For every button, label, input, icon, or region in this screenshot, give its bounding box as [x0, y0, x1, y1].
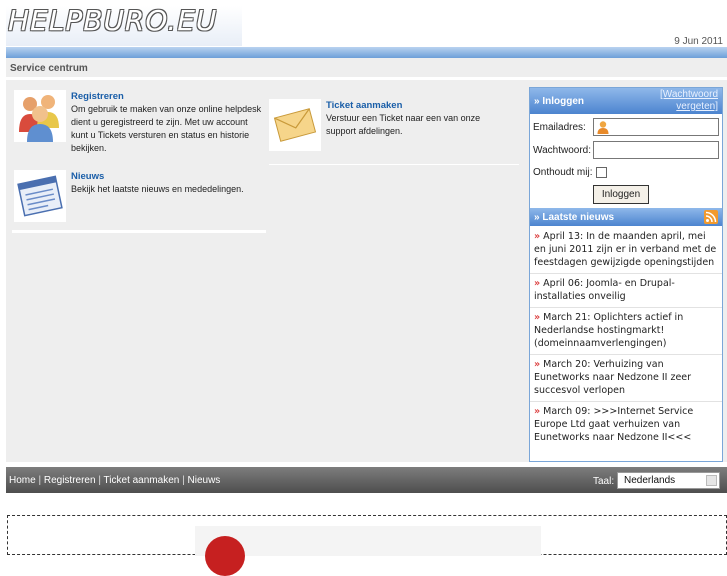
header: HELPBURO.EU 9 Jun 2011 — [0, 0, 727, 50]
service-divider — [12, 230, 266, 233]
page-title-bar: Service centrum — [6, 58, 727, 78]
sidebar: » Inloggen [Wachtwoord vergeten] Emailad… — [529, 87, 723, 462]
forgot-password-link[interactable]: [Wachtwoord vergeten] — [638, 89, 718, 113]
news-item[interactable]: » April 06: Joomla- en Drupal-installati… — [530, 274, 722, 308]
site-logo[interactable]: HELPBURO.EU — [6, 6, 242, 46]
password-field[interactable] — [593, 141, 719, 159]
service-registreren: Registreren Om gebruik te maken van onze… — [14, 90, 264, 160]
banner-logo-icon — [205, 536, 245, 576]
banner-image[interactable] — [195, 526, 541, 576]
remember-checkbox[interactable] — [596, 167, 607, 178]
service-ticket-aanmaken: Ticket aanmaken Verstuur een Ticket naar… — [269, 99, 519, 154]
service-divider — [269, 164, 519, 165]
service-link-registreren[interactable]: Registreren — [71, 91, 124, 102]
footer-link-ticket-aanmaken[interactable]: Ticket aanmaken — [104, 475, 180, 486]
users-icon[interactable] — [14, 90, 66, 142]
current-date: 9 Jun 2011 — [674, 36, 723, 47]
news-header: » Laatste nieuws — [530, 208, 722, 226]
header-accent-bar — [6, 47, 727, 58]
news-item[interactable]: » March 09: >>>Internet Service Europe L… — [530, 402, 722, 448]
language-select[interactable]: Nederlands — [617, 472, 720, 489]
language-label: Taal: — [593, 476, 615, 487]
envelope-icon[interactable] — [269, 99, 321, 151]
news-item[interactable]: » March 21: Oplichters actief in Nederla… — [530, 308, 722, 355]
service-nieuws: Nieuws Bekijk het laatste nieuws en mede… — [14, 170, 264, 225]
footer-links: Home | Registreren | Ticket aanmaken | N… — [9, 475, 221, 486]
email-field[interactable] — [593, 118, 719, 136]
news-heading: » Laatste nieuws — [534, 212, 615, 223]
user-icon — [597, 121, 609, 134]
news-item[interactable]: » April 13: In de maanden april, mei en … — [530, 227, 722, 274]
page-title: Service centrum — [10, 63, 88, 74]
service-description-ticket-aanmaken: Verstuur een Ticket naar een van onze su… — [326, 113, 481, 136]
footer-link-registreren[interactable]: Registreren — [44, 475, 96, 486]
password-label: Wachtwoord: — [533, 145, 591, 156]
footer-link-nieuws[interactable]: Nieuws — [188, 475, 221, 486]
email-label: Emailadres: — [533, 122, 586, 133]
news-window-icon[interactable] — [14, 170, 66, 222]
remember-label: Onthoudt mij: — [533, 167, 593, 178]
login-button[interactable]: Inloggen — [593, 185, 649, 204]
service-link-ticket-aanmaken[interactable]: Ticket aanmaken — [326, 100, 402, 111]
news-list: » April 13: In de maanden april, mei en … — [530, 227, 722, 448]
chevron-down-icon — [706, 475, 717, 486]
footer-link-home[interactable]: Home — [9, 475, 36, 486]
service-description-nieuws: Bekijk het laatste nieuws en mededelinge… — [71, 184, 244, 194]
rss-icon[interactable] — [704, 210, 718, 224]
news-item[interactable]: » March 20: Verhuizing van Eunetworks na… — [530, 355, 722, 402]
footer-nav: Home | Registreren | Ticket aanmaken | N… — [6, 467, 727, 493]
login-header: » Inloggen [Wachtwoord vergeten] — [530, 88, 722, 114]
service-link-nieuws[interactable]: Nieuws — [71, 171, 104, 182]
language-value: Nederlands — [624, 475, 676, 486]
login-heading: » Inloggen — [534, 96, 585, 107]
service-description-registreren: Om gebruik te maken van onze online help… — [71, 104, 262, 153]
